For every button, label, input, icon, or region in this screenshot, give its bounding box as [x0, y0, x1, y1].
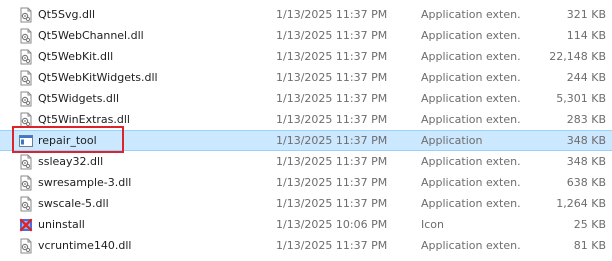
file-name: Qt5WebKit.dll [38, 50, 114, 63]
file-size: 114 KB [566, 29, 606, 42]
file-date-modified: 1/13/2025 11:37 PM [276, 71, 388, 84]
file-date-modified: 1/13/2025 11:37 PM [276, 155, 388, 168]
highlight-box [12, 126, 124, 153]
file-name: vcruntime140.dll [38, 239, 132, 252]
file-type: Application exten... [421, 92, 521, 105]
file-row-vcruntime140-dll[interactable]: vcruntime140.dll 1/13/2025 11:37 PM Appl… [0, 235, 612, 256]
file-date-modified: 1/13/2025 11:37 PM [276, 239, 388, 252]
file-type: Application exten... [421, 50, 521, 63]
file-date-modified: 1/13/2025 11:37 PM [276, 8, 388, 21]
file-type: Application exten... [421, 8, 521, 21]
uninstall-icon [18, 217, 34, 233]
dll-file-icon [18, 7, 34, 23]
file-size: 5,301 KB [556, 92, 606, 105]
file-date-modified: 1/13/2025 11:37 PM [276, 134, 388, 147]
file-type: Application exten... [421, 71, 521, 84]
file-type: Application exten... [421, 197, 521, 210]
dll-file-icon [18, 70, 34, 86]
file-type: Application [421, 134, 483, 147]
dll-file-icon [18, 196, 34, 212]
file-row-qt5webkit-dll[interactable]: Qt5WebKit.dll 1/13/2025 11:37 PM Applica… [0, 46, 612, 67]
file-date-modified: 1/13/2025 11:37 PM [276, 29, 388, 42]
file-size: 1,264 KB [556, 197, 606, 210]
file-type: Application exten... [421, 155, 521, 168]
file-row-swscale-5-dll[interactable]: swscale-5.dll 1/13/2025 11:37 PM Applica… [0, 193, 612, 214]
dll-file-icon [18, 49, 34, 65]
file-size: 244 KB [566, 71, 606, 84]
file-name: Qt5WebChannel.dll [38, 29, 144, 42]
file-row-ssleay32-dll[interactable]: ssleay32.dll 1/13/2025 11:37 PM Applicat… [0, 151, 612, 172]
file-size: 348 KB [566, 155, 606, 168]
dll-file-icon [18, 28, 34, 44]
file-type: Application exten... [421, 239, 521, 252]
file-name: swscale-5.dll [38, 197, 109, 210]
file-name: Qt5Svg.dll [38, 8, 96, 21]
file-date-modified: 1/13/2025 11:37 PM [276, 197, 388, 210]
file-row-qt5webchannel-dll[interactable]: Qt5WebChannel.dll 1/13/2025 11:37 PM App… [0, 25, 612, 46]
file-date-modified: 1/13/2025 11:37 PM [276, 92, 388, 105]
file-date-modified: 1/13/2025 11:37 PM [276, 176, 388, 189]
file-size: 638 KB [566, 176, 606, 189]
file-name: Qt5Widgets.dll [38, 92, 120, 105]
file-name: Qt5WebKitWidgets.dll [38, 71, 158, 84]
file-row-swresample-3-dll[interactable]: swresample-3.dll 1/13/2025 11:37 PM Appl… [0, 172, 612, 193]
dll-file-icon [18, 154, 34, 170]
file-name: swresample-3.dll [38, 176, 132, 189]
file-date-modified: 1/13/2025 11:37 PM [276, 50, 388, 63]
file-row-qt5svg-dll[interactable]: Qt5Svg.dll 1/13/2025 11:37 PM Applicatio… [0, 4, 612, 25]
file-size: 81 KB [573, 239, 606, 252]
dll-file-icon [18, 91, 34, 107]
file-row-qt5widgets-dll[interactable]: Qt5Widgets.dll 1/13/2025 11:37 PM Applic… [0, 88, 612, 109]
file-size: 348 KB [566, 134, 606, 147]
file-type: Application exten... [421, 176, 521, 189]
file-size: 283 KB [566, 113, 606, 126]
file-name: ssleay32.dll [38, 155, 104, 168]
file-date-modified: 1/13/2025 11:37 PM [276, 113, 388, 126]
file-type: Application exten... [421, 29, 521, 42]
dll-file-icon [18, 175, 34, 191]
file-row-qt5webkitwidgets-dll[interactable]: Qt5WebKitWidgets.dll 1/13/2025 11:37 PM … [0, 67, 612, 88]
file-size: 321 KB [566, 8, 606, 21]
file-size: 22,148 KB [549, 50, 606, 63]
file-row-uninstall[interactable]: uninstall 1/13/2025 10:06 PM Icon 25 KB [0, 214, 612, 235]
file-type: Icon [421, 218, 444, 231]
file-type: Application exten... [421, 113, 521, 126]
file-name: uninstall [38, 218, 85, 231]
file-date-modified: 1/13/2025 10:06 PM [276, 218, 388, 231]
dll-file-icon [18, 238, 34, 254]
file-size: 25 KB [573, 218, 606, 231]
